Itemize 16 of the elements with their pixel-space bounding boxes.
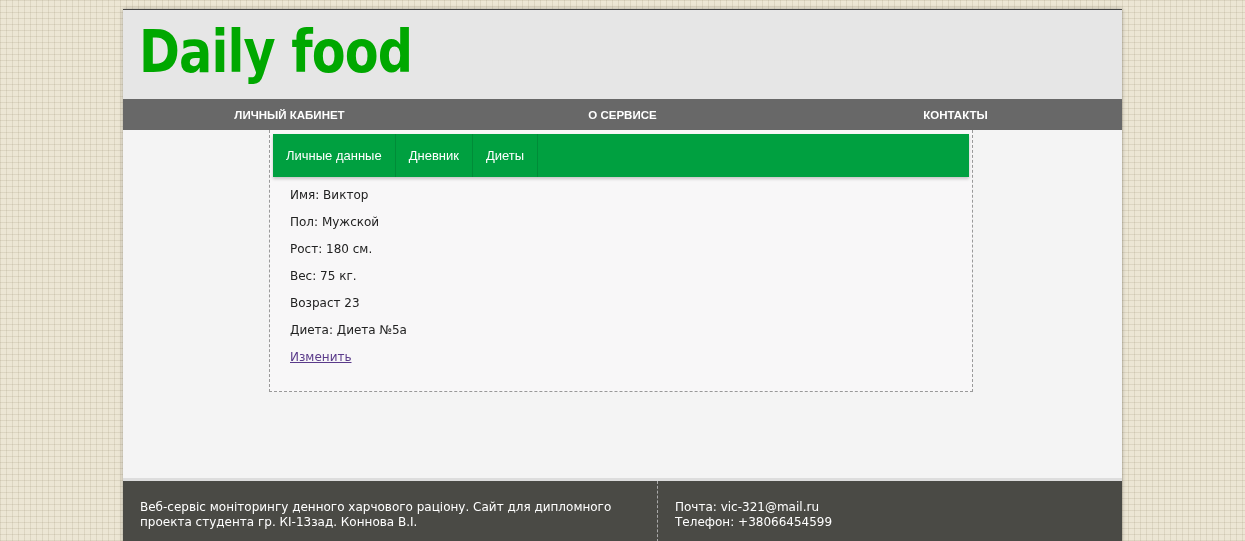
- footer-description: Веб-сервіс моніторингу денного харчового раціону. Сайт для дипломного проекта студента гр. КІ-13зад. Коннова В.І.: [140, 500, 613, 530]
- contact-info: Почта: vic-321@mail.ru: [675, 500, 820, 515]
- profile-field: Диета: Диета №5а: [290, 323, 407, 337]
- nav-link[interactable]: ЛИЧНЫЙ КАБИНЕТ: [123, 108, 456, 121]
- contact-info: Телефон: +38066454599: [675, 515, 833, 530]
- tab[interactable]: Диеты: [472, 134, 539, 177]
- nav-link[interactable]: О СЕРВИСЕ: [456, 108, 789, 121]
- profile-field: Возраст 23: [290, 296, 360, 310]
- tab[interactable]: Личные данные: [273, 134, 396, 177]
- tab[interactable]: Дневник: [395, 134, 473, 177]
- edit-link[interactable]: Изменить: [290, 350, 352, 364]
- profile-field: Вес: 75 кг.: [290, 269, 357, 283]
- nav-link[interactable]: КОНТАКТЫ: [789, 108, 1122, 121]
- profile-field: Рост: 180 см.: [290, 242, 373, 256]
- profile-field: Имя: Виктор: [290, 188, 369, 202]
- profile-field: Пол: Мужской: [290, 215, 380, 229]
